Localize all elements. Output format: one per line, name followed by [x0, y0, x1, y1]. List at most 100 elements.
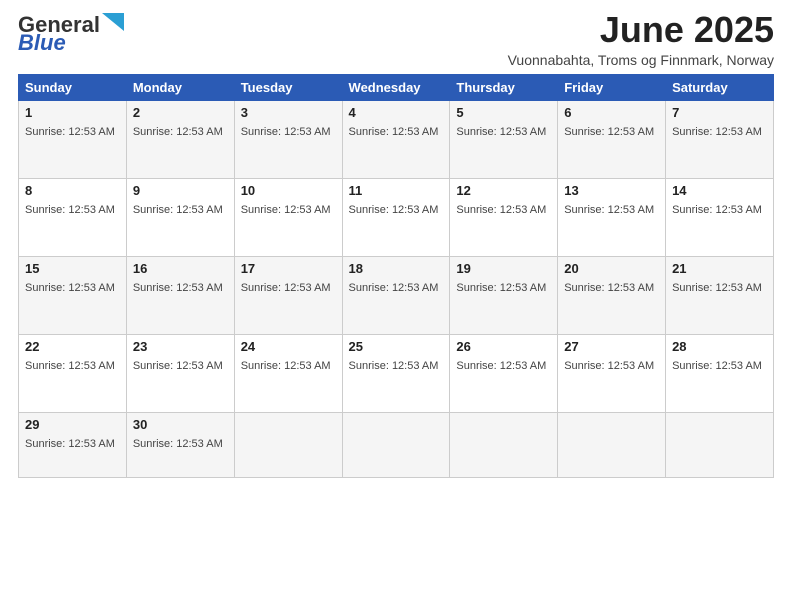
table-row: 13Sunrise: 12:53 AM	[558, 178, 666, 256]
table-row: 19 Sunrise: 12:53 AM	[450, 256, 558, 334]
table-row	[234, 412, 342, 477]
table-row: 14 Sunrise: 12:53 AM	[666, 178, 774, 256]
day-number: 7	[672, 105, 767, 120]
logo-blue-text: Blue	[18, 32, 66, 54]
table-row: 24 Sunrise: 12:53 AM	[234, 334, 342, 412]
day-number: 24	[241, 339, 336, 354]
day-number: 23	[133, 339, 228, 354]
table-row: 20Sunrise: 12:53 AM	[558, 256, 666, 334]
day-number: 29	[25, 417, 120, 432]
day-number: 6	[564, 105, 659, 120]
table-row: 6 Sunrise: 12:53 AM	[558, 100, 666, 178]
sunrise-time: Sunrise: 12:53 AM	[241, 204, 331, 216]
table-row: 22 Sunrise: 12:53 AM	[19, 334, 127, 412]
sunrise-time: Sunrise: 12:53 AM	[564, 126, 654, 138]
day-number: 27	[564, 339, 659, 354]
table-row	[342, 412, 450, 477]
table-row: 3 Sunrise: 12:53 AM	[234, 100, 342, 178]
day-number: 8	[25, 183, 120, 198]
col-monday: Monday	[126, 74, 234, 100]
sunrise-time: Sunrise: 12:53 AM	[25, 360, 115, 372]
day-number: 25	[349, 339, 444, 354]
table-row: 16 Sunrise: 12:53 AM	[126, 256, 234, 334]
sunrise-time: Sunrise: 12:53 AM	[133, 360, 223, 372]
sunrise-time: Sunrise: 12:53 AM	[456, 126, 546, 138]
sunrise-time: Sunrise: 12:53 AM	[564, 204, 654, 216]
day-number: 11	[349, 183, 444, 198]
table-row: 4 Sunrise: 12:53 AM	[342, 100, 450, 178]
calendar-week-row: 15 Sunrise: 12:53 AM 16 Sunrise: 12:53 AM 17…	[19, 256, 774, 334]
logo: General Blue	[18, 14, 124, 54]
table-row: 2Sunrise: 12:53 AM	[126, 100, 234, 178]
calendar-week-row: 8Sunrise: 12:53 AM9Sunrise: 12:53 AM10Su…	[19, 178, 774, 256]
day-number: 5	[456, 105, 551, 120]
table-row: 1 Sunrise: 12:53 AM	[19, 100, 127, 178]
day-number: 26	[456, 339, 551, 354]
col-wednesday: Wednesday	[342, 74, 450, 100]
day-number: 3	[241, 105, 336, 120]
col-sunday: Sunday	[19, 74, 127, 100]
sunrise-time: Sunrise: 12:53 AM	[133, 282, 223, 294]
table-row: 28Sunrise: 12:53 AM	[666, 334, 774, 412]
table-row	[558, 412, 666, 477]
day-number: 17	[241, 261, 336, 276]
location-subtitle: Vuonnabahta, Troms og Finnmark, Norway	[508, 52, 774, 68]
table-row: 15 Sunrise: 12:53 AM	[19, 256, 127, 334]
calendar-week-row: 29 Sunrise: 12:53 AM 30 Sunrise: 12:53 AM	[19, 412, 774, 477]
col-tuesday: Tuesday	[234, 74, 342, 100]
table-row: 11 Sunrise: 12:53 AM	[342, 178, 450, 256]
day-number: 22	[25, 339, 120, 354]
table-row: 8 Sunrise: 12:53 AM	[19, 178, 127, 256]
title-block: June 2025 Vuonnabahta, Troms og Finnmark…	[508, 10, 774, 68]
sunrise-time: Sunrise: 12:53 AM	[133, 438, 223, 450]
sunrise-time: Sunrise: 12:53 AM	[349, 360, 439, 372]
table-row: 12Sunrise: 12:53 AM	[450, 178, 558, 256]
col-thursday: Thursday	[450, 74, 558, 100]
day-number: 14	[672, 183, 767, 198]
sunrise-time: Sunrise: 12:53 AM	[241, 360, 331, 372]
table-row	[666, 412, 774, 477]
sunrise-time: Sunrise: 12:53 AM	[672, 282, 762, 294]
day-number: 30	[133, 417, 228, 432]
table-row: 5 Sunrise: 12:53 AM	[450, 100, 558, 178]
sunrise-time: Sunrise: 12:53 AM	[25, 438, 115, 450]
col-friday: Friday	[558, 74, 666, 100]
month-title: June 2025	[508, 10, 774, 50]
table-row: 26Sunrise: 12:53 AM	[450, 334, 558, 412]
table-row: 27Sunrise: 12:53 AM	[558, 334, 666, 412]
sunrise-time: Sunrise: 12:53 AM	[25, 126, 115, 138]
day-number: 15	[25, 261, 120, 276]
sunrise-time: Sunrise: 12:53 AM	[25, 204, 115, 216]
calendar-header-row: Sunday Monday Tuesday Wednesday Thursday…	[19, 74, 774, 100]
sunrise-time: Sunrise: 12:53 AM	[349, 126, 439, 138]
col-saturday: Saturday	[666, 74, 774, 100]
sunrise-time: Sunrise: 12:53 AM	[349, 204, 439, 216]
day-number: 18	[349, 261, 444, 276]
day-number: 19	[456, 261, 551, 276]
table-row: 7Sunrise: 12:53 AM	[666, 100, 774, 178]
sunrise-time: Sunrise: 12:53 AM	[672, 360, 762, 372]
sunrise-time: Sunrise: 12:53 AM	[241, 126, 331, 138]
table-row: 9Sunrise: 12:53 AM	[126, 178, 234, 256]
calendar-table: Sunday Monday Tuesday Wednesday Thursday…	[18, 74, 774, 478]
day-number: 16	[133, 261, 228, 276]
day-number: 10	[241, 183, 336, 198]
sunrise-time: Sunrise: 12:53 AM	[25, 282, 115, 294]
calendar-week-row: 1 Sunrise: 12:53 AM 2Sunrise: 12:53 AM 3 Sun…	[19, 100, 774, 178]
sunrise-time: Sunrise: 12:53 AM	[456, 282, 546, 294]
table-row: 29 Sunrise: 12:53 AM	[19, 412, 127, 477]
day-number: 12	[456, 183, 551, 198]
logo-arrow-icon	[102, 13, 124, 31]
sunrise-time: Sunrise: 12:53 AM	[349, 282, 439, 294]
sunrise-time: Sunrise: 12:53 AM	[672, 204, 762, 216]
table-row: 17Sunrise: 12:53 AM	[234, 256, 342, 334]
sunrise-time: Sunrise: 12:53 AM	[133, 204, 223, 216]
table-row	[450, 412, 558, 477]
day-number: 1	[25, 105, 120, 120]
table-row: 21 Sunrise: 12:53 AM	[666, 256, 774, 334]
day-number: 4	[349, 105, 444, 120]
table-row: 30 Sunrise: 12:53 AM	[126, 412, 234, 477]
header: General Blue June 2025 Vuonnabahta, Trom…	[18, 10, 774, 68]
table-row: 10 Sunrise: 12:53 AM	[234, 178, 342, 256]
day-number: 21	[672, 261, 767, 276]
